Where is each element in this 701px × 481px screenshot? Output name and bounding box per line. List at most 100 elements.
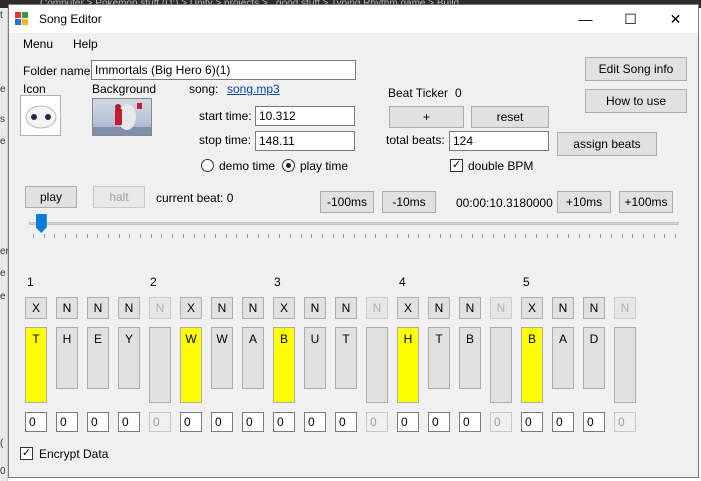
slot-toggle-button[interactable]: N	[614, 297, 636, 319]
slot-number-input[interactable]: 0	[335, 412, 357, 432]
slot-toggle-button[interactable]: N	[304, 297, 326, 319]
how-to-use-button[interactable]: How to use	[585, 89, 687, 113]
slot-toggle-button[interactable]: N	[242, 297, 264, 319]
slot-toggle-button[interactable]: N	[335, 297, 357, 319]
demo-time-label[interactable]: demo time	[219, 159, 275, 173]
edit-song-info-button[interactable]: Edit Song info	[585, 57, 687, 81]
left-strip-char: e	[0, 291, 6, 302]
slot-lane-button[interactable]: U	[304, 327, 326, 389]
halt-button[interactable]: halt	[93, 186, 145, 208]
slot-lane-button[interactable]: T	[428, 327, 450, 389]
slot-number-input[interactable]: 0	[521, 412, 543, 432]
beat-plus-button[interactable]: +	[389, 106, 464, 128]
slot-lane-button[interactable]: E	[87, 327, 109, 389]
seek-slider-track[interactable]	[29, 222, 679, 225]
minus-10ms-button[interactable]: -10ms	[382, 191, 436, 213]
slot-toggle-button[interactable]: N	[459, 297, 481, 319]
slot-number-input[interactable]: 0	[366, 412, 388, 432]
close-button[interactable]: ✕	[653, 5, 698, 33]
slot-lane-button[interactable]: T	[335, 327, 357, 389]
minimize-button[interactable]: —	[563, 5, 608, 33]
seek-slider-thumb[interactable]	[35, 214, 47, 233]
slot-number-input[interactable]: 0	[242, 412, 264, 432]
slot-number-input[interactable]: 0	[180, 412, 202, 432]
slot-number-input[interactable]: 0	[490, 412, 512, 432]
encrypt-data-label[interactable]: Encrypt Data	[39, 447, 108, 461]
slot-lane-button[interactable]: A	[552, 327, 574, 389]
maximize-button[interactable]: ☐	[608, 5, 653, 33]
menu-item-menu[interactable]: Menu	[23, 37, 53, 51]
demo-time-radio[interactable]	[201, 159, 214, 172]
slot-toggle-button[interactable]: X	[397, 297, 419, 319]
slot-number-input[interactable]: 0	[87, 412, 109, 432]
slot-number-input[interactable]: 0	[428, 412, 450, 432]
double-bpm-label[interactable]: double BPM	[468, 159, 533, 173]
song-label: song:	[189, 82, 219, 96]
slot-toggle-button[interactable]: N	[366, 297, 388, 319]
slot-lane-button[interactable]: W	[180, 327, 202, 403]
play-time-radio[interactable]	[282, 159, 295, 172]
song-file-link[interactable]: song.mp3	[227, 82, 280, 96]
slot-number-input[interactable]: 0	[149, 412, 171, 432]
slot-toggle-button[interactable]: X	[521, 297, 543, 319]
menu-item-help[interactable]: Help	[73, 37, 98, 51]
slot-lane-button[interactable]: T	[25, 327, 47, 403]
slot-toggle-button[interactable]: X	[25, 297, 47, 319]
slot-toggle-button[interactable]: N	[118, 297, 140, 319]
slider-tick-mark	[65, 234, 67, 238]
assign-beats-button[interactable]: assign beats	[557, 132, 657, 156]
slot-number-input[interactable]: 0	[614, 412, 636, 432]
slot-toggle-button[interactable]: X	[273, 297, 295, 319]
encrypt-data-checkbox[interactable]: ✓	[20, 447, 33, 460]
slider-tick-mark	[535, 234, 537, 238]
slot-number-input[interactable]: 0	[118, 412, 140, 432]
slot-toggle-button[interactable]: X	[180, 297, 202, 319]
stop-time-input[interactable]: 148.11	[255, 131, 355, 151]
slot-number-input[interactable]: 0	[583, 412, 605, 432]
double-bpm-checkbox[interactable]: ✓	[450, 159, 463, 172]
slot-toggle-button[interactable]: N	[428, 297, 450, 319]
slot-number-input[interactable]: 0	[304, 412, 326, 432]
slot-toggle-button[interactable]: N	[56, 297, 78, 319]
slot-lane-button[interactable]: B	[521, 327, 543, 403]
slot-number-input[interactable]: 0	[459, 412, 481, 432]
slot-number-input[interactable]: 0	[56, 412, 78, 432]
background-image[interactable]	[92, 98, 152, 136]
song-icon-image[interactable]	[20, 95, 61, 136]
title-bar[interactable]: Song Editor — ☐ ✕	[9, 5, 698, 33]
slot-lane-button[interactable]	[614, 327, 636, 403]
slot-toggle-button[interactable]: N	[552, 297, 574, 319]
slot-toggle-button[interactable]: N	[211, 297, 233, 319]
minus-100ms-button[interactable]: -100ms	[320, 191, 374, 213]
slot-toggle-button[interactable]: N	[490, 297, 512, 319]
slot-toggle-button[interactable]: N	[583, 297, 605, 319]
slot-toggle-button[interactable]: N	[87, 297, 109, 319]
slot-lane-button[interactable]: A	[242, 327, 264, 389]
slot-lane-button[interactable]: H	[56, 327, 78, 389]
slot-number-input[interactable]: 0	[25, 412, 47, 432]
slot-number-input[interactable]: 0	[211, 412, 233, 432]
slot-lane-button[interactable]: D	[583, 327, 605, 389]
plus-100ms-button[interactable]: +100ms	[619, 191, 673, 213]
slot-number-input[interactable]: 0	[552, 412, 574, 432]
total-beats-input[interactable]: 124	[449, 131, 549, 151]
slot-lane-button[interactable]: W	[211, 327, 233, 389]
folder-name-input[interactable]: Immortals (Big Hero 6)(1)	[91, 60, 356, 80]
slot-lane-button[interactable]	[490, 327, 512, 403]
play-button[interactable]: play	[25, 186, 77, 208]
slot-lane-button[interactable]: B	[459, 327, 481, 389]
slot-lane-button[interactable]: B	[273, 327, 295, 403]
play-time-label[interactable]: play time	[300, 159, 348, 173]
plus-10ms-button[interactable]: +10ms	[557, 191, 611, 213]
slot-number-input[interactable]: 0	[397, 412, 419, 432]
slot-lane-button[interactable]	[366, 327, 388, 403]
slot-lane-button[interactable]: Y	[118, 327, 140, 389]
beat-reset-button[interactable]: reset	[471, 106, 549, 128]
slot-number-input[interactable]: 0	[273, 412, 295, 432]
slot-lane-button[interactable]: H	[397, 327, 419, 403]
slot-lane-button[interactable]	[149, 327, 171, 403]
slider-tick-mark	[129, 234, 131, 238]
start-time-input[interactable]: 10.312	[255, 106, 355, 126]
time-readout: 00:00:10.3180000	[456, 196, 553, 210]
slot-toggle-button[interactable]: N	[149, 297, 171, 319]
